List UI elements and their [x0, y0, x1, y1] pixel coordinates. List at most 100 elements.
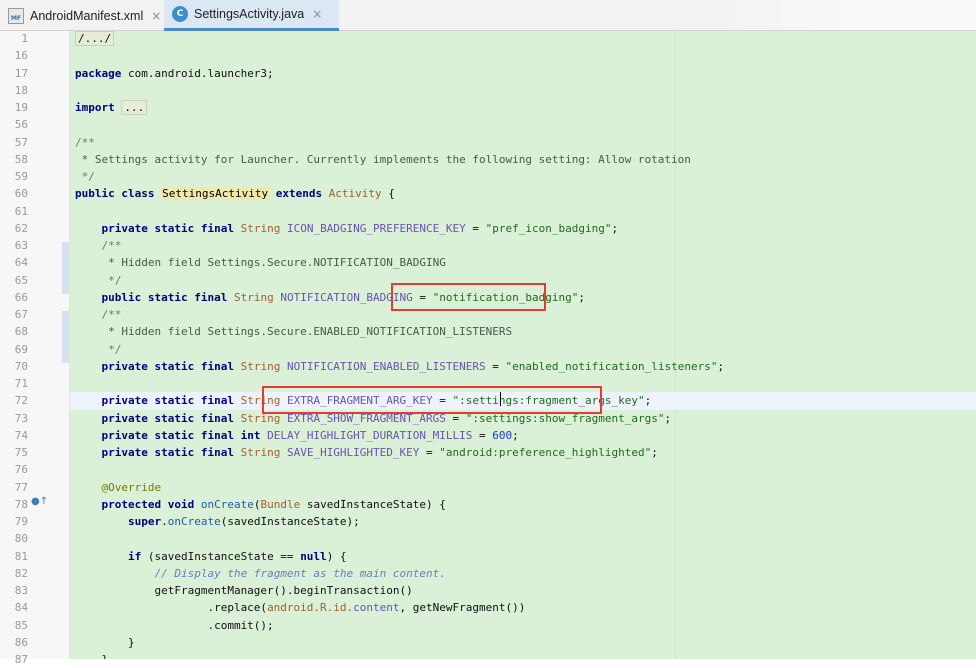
code-token: private static final: [101, 221, 234, 235]
line-number: 60: [14, 187, 28, 201]
code-line: private static final String EXTRA_FRAGME…: [75, 392, 652, 409]
close-icon[interactable]: ×: [151, 9, 161, 23]
code-line: * Settings activity for Launcher. Curren…: [75, 151, 691, 168]
tab-settings-activity[interactable]: C SettingsActivity.java ×: [164, 0, 339, 31]
code-line: .commit();: [75, 617, 274, 634]
code-token: {: [381, 187, 395, 201]
code-token: onCreate: [167, 515, 221, 528]
line-number: 83: [14, 584, 28, 597]
line-number-gutter[interactable]: 1 16 17 18 19 56 57 58 59 60 61 62 63 64 65 66 67 68 69 70 7…: [0, 31, 70, 666]
code-token: =: [445, 411, 466, 425]
code-token: */: [75, 170, 95, 183]
code-line: private static final String ICON_BADGING…: [75, 220, 619, 237]
override-arrow-icon[interactable]: ●↑: [31, 496, 48, 507]
code-token: * Hidden field Settings.Secure.ENABLED_N…: [75, 325, 513, 339]
tabbar-empty-area: [716, 0, 976, 30]
code-line: }: [75, 651, 108, 659]
right-margin-guide: [675, 31, 676, 659]
line-number: 84: [14, 601, 28, 615]
code-line: }: [75, 634, 135, 651]
code-token: ;: [664, 411, 672, 425]
java-class-icon: C: [172, 6, 188, 22]
code-line: * Hidden field Settings.Secure.ENABLED_N…: [75, 323, 512, 340]
code-token: NOTIFICATION_BADGING: [280, 290, 413, 304]
code-token: String: [233, 290, 274, 304]
code-token: @Override: [101, 480, 162, 494]
code-token: EXTRA_FRAGMENT_ARG_KEY: [286, 394, 433, 408]
code-token: protected void: [101, 497, 195, 511]
code-line: public class SettingsActivity extends Ac…: [75, 185, 395, 202]
code-token: .replace(: [75, 601, 268, 615]
code-token: }: [75, 653, 108, 659]
code-editor[interactable]: /.../ package com.android.launcher3; impor…: [70, 31, 976, 659]
fold-region-marker[interactable]: [62, 311, 70, 363]
line-number: 56: [14, 118, 28, 132]
text-cursor: [500, 392, 501, 406]
code-token: onCreate: [200, 497, 254, 511]
line-number: 82: [14, 566, 28, 580]
code-token: String: [240, 394, 281, 408]
code-line: super.onCreate(savedInstanceState);: [75, 513, 360, 530]
code-token: content: [353, 601, 400, 615]
code-token: =: [472, 428, 493, 442]
code-token: , getNewFragment()): [399, 601, 526, 615]
code-line: private static final String NOTIFICATION…: [75, 358, 725, 375]
tab-android-manifest[interactable]: MF AndroidManifest.xml ×: [0, 0, 164, 31]
code-token: ;: [578, 290, 585, 304]
line-number: 19: [14, 101, 28, 114]
line-number: 77: [14, 480, 28, 494]
code-line: private static final int DELAY_HIGHLIGHT…: [75, 427, 519, 444]
code-line: */: [75, 272, 121, 289]
code-token: /**: [75, 135, 95, 149]
code-token: private static final: [101, 359, 234, 373]
code-token: "android:preference_highlighted": [439, 446, 652, 459]
code-token: ":settings:show_fragment_args": [465, 411, 665, 425]
code-token: .: [161, 515, 168, 528]
code-token: android.R.id.: [267, 601, 354, 615]
line-number: 17: [14, 66, 28, 80]
code-line: getFragmentManager().beginTransaction(): [75, 582, 412, 599]
line-number: 81: [14, 549, 28, 563]
line-number: 59: [14, 170, 28, 183]
line-number: 80: [14, 532, 28, 546]
line-number: 87: [14, 653, 28, 666]
code-token: * Settings activity for Launcher. Curren…: [75, 152, 691, 166]
line-number: 68: [14, 325, 28, 339]
line-number: 79: [14, 515, 28, 528]
close-icon[interactable]: ×: [312, 7, 322, 21]
line-number: 62: [14, 221, 28, 235]
code-token: ICON_BADGING_PREFERENCE_KEY: [286, 221, 466, 235]
code-token: ) {: [326, 549, 347, 563]
code-token: private static final: [101, 394, 234, 408]
code-token: String: [240, 221, 281, 235]
code-token: public class: [75, 187, 155, 201]
code-token: /**: [75, 308, 122, 321]
line-number: 64: [14, 256, 28, 270]
fold-region-marker[interactable]: [62, 242, 70, 294]
tab-label: SettingsActivity.java: [194, 7, 305, 21]
code-token: .commit();: [75, 618, 274, 632]
code-token: (savedInstanceState);: [220, 515, 360, 528]
code-token: =: [465, 221, 486, 235]
code-token: =: [412, 290, 433, 304]
code-line: package com.android.launcher3;: [75, 65, 274, 82]
code-token: ...: [121, 100, 148, 115]
line-number: 66: [14, 290, 28, 304]
line-number: 67: [14, 308, 28, 321]
